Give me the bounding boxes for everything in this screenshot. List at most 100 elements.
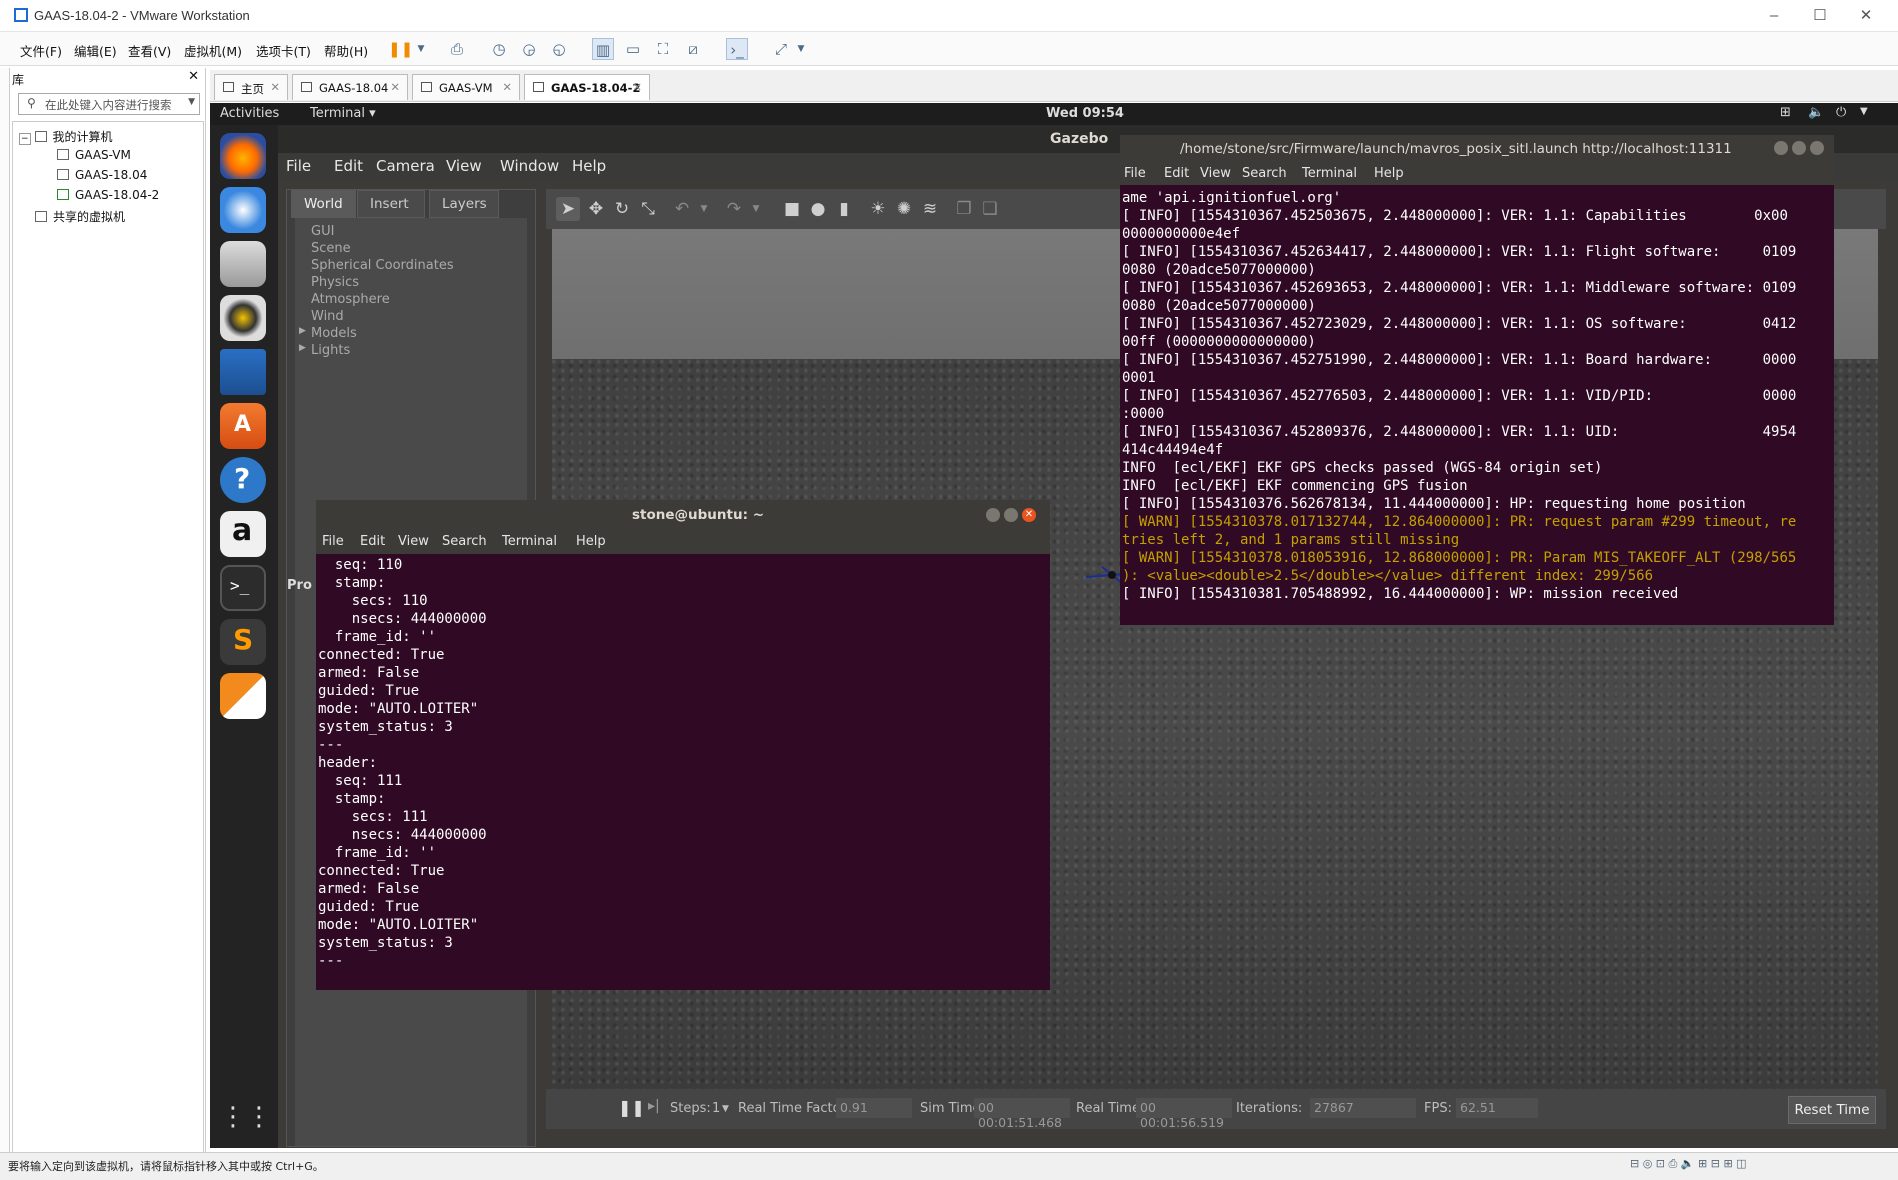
expand-icon[interactable]: ▶ [299, 343, 306, 353]
menu-vm[interactable]: 虚拟机(M) [184, 41, 242, 60]
term-menu-terminal[interactable]: Terminal [502, 534, 557, 549]
thunderbird-icon[interactable] [220, 187, 266, 233]
snapshot-manager-icon[interactable]: ◵ [548, 38, 570, 60]
tree-item-gaas-18-04[interactable]: GAAS-18.04 [57, 168, 147, 182]
library-search-input[interactable]: ⚲ 在此处键入内容进行搜索 ▼ [18, 93, 200, 115]
gz-menu-file[interactable]: File [286, 157, 311, 175]
snapshot-icon[interactable]: ◷ [488, 38, 510, 60]
mavros-terminal-output[interactable]: ame 'api.ignitionfuel.org' [ INFO] [15543… [1120, 185, 1834, 625]
box-shape-icon[interactable]: ■ [780, 197, 804, 221]
minimize-icon[interactable] [986, 508, 1000, 522]
select-mode-icon[interactable]: ➤ [556, 197, 580, 221]
mavros-terminal-window[interactable]: /home/stone/src/Firmware/launch/mavros_p… [1120, 135, 1834, 625]
network-icon[interactable]: ⊞ [1780, 105, 1791, 120]
gz-menu-window[interactable]: Window [500, 157, 559, 175]
menu-help[interactable]: 帮助(H) [324, 41, 368, 60]
tab-gaas-vm[interactable]: GAAS-VM ✕ [412, 74, 520, 100]
term-menu-edit[interactable]: Edit [1164, 166, 1189, 181]
pause-dropdown-icon[interactable]: ▼ [410, 38, 432, 60]
translate-mode-icon[interactable]: ✥ [584, 197, 608, 221]
world-item-atmosphere[interactable]: Atmosphere [311, 292, 390, 307]
close-tab-icon[interactable]: ✕ [390, 80, 400, 94]
close-icon[interactable]: ✕ [1856, 6, 1876, 26]
gz-menu-edit[interactable]: Edit [334, 157, 363, 175]
thumbnail-view-icon[interactable]: ▭ [622, 38, 644, 60]
rhythmbox-icon[interactable] [220, 295, 266, 341]
library-close-icon[interactable]: ✕ [188, 69, 199, 84]
gz-menu-view[interactable]: View [446, 157, 482, 175]
world-item-gui[interactable]: GUI [311, 224, 334, 239]
rotate-mode-icon[interactable]: ↻ [610, 197, 634, 221]
minimize-icon[interactable]: – [1764, 6, 1784, 26]
close-tab-icon[interactable]: ✕ [502, 80, 512, 94]
volume-icon[interactable]: 🔈 [1808, 105, 1824, 120]
sublime-icon[interactable]: S [220, 619, 266, 665]
tab-insert[interactable]: Insert [357, 190, 425, 218]
tab-world[interactable]: World [291, 190, 356, 218]
world-item-physics[interactable]: Physics [311, 275, 359, 290]
gz-menu-camera[interactable]: Camera [376, 157, 435, 175]
qgroundcontrol-icon[interactable] [220, 673, 266, 719]
state-terminal-output[interactable]: seq: 110 stamp: secs: 110 nsecs: 4440000… [316, 554, 1050, 990]
term-menu-view[interactable]: View [1200, 166, 1231, 181]
sphere-shape-icon[interactable]: ● [806, 197, 830, 221]
close-tab-icon[interactable]: ✕ [632, 80, 642, 94]
stretch-dropdown-icon[interactable]: ▼ [790, 38, 812, 60]
gz-menu-help[interactable]: Help [572, 157, 606, 175]
steps-dropdown-icon[interactable]: ▼ [722, 1104, 729, 1114]
term-menu-file[interactable]: File [1124, 166, 1146, 181]
tab-layers[interactable]: Layers [429, 190, 499, 218]
close-tab-icon[interactable]: ✕ [270, 80, 280, 94]
unity-icon[interactable]: ⧄ [682, 38, 704, 60]
spot-light-icon[interactable]: ✺ [892, 197, 916, 221]
expand-icon[interactable]: ▶ [299, 326, 306, 336]
world-item-scene[interactable]: Scene [311, 241, 351, 256]
tab-gaas-18-04-2[interactable]: GAAS-18.04-2 ✕ [524, 74, 650, 100]
term-menu-search[interactable]: Search [442, 534, 487, 549]
help-icon[interactable]: ? [220, 457, 266, 503]
copy-icon[interactable]: ❐ [952, 197, 976, 221]
term-menu-search[interactable]: Search [1242, 166, 1287, 181]
device-icons[interactable]: ⊟ ◎ ⊡ ⎙ 🔈 ⊞ ⊟ ⊞ ◫ [1630, 1157, 1747, 1171]
world-item-models[interactable]: Models [311, 326, 357, 341]
menu-edit[interactable]: 编辑(E) [74, 41, 117, 60]
term-menu-view[interactable]: View [398, 534, 429, 549]
reset-time-button[interactable]: Reset Time [1788, 1096, 1876, 1124]
send-ctrl-alt-del-icon[interactable]: ⎙ [446, 38, 468, 60]
redo-icon[interactable]: ↷ [722, 197, 746, 221]
menu-tabs[interactable]: 选项卡(T) [256, 41, 311, 60]
undo-dropdown-icon[interactable]: ▼ [692, 197, 716, 221]
steps-value[interactable]: 1 [712, 1101, 720, 1116]
chevron-down-icon[interactable]: ▼ [188, 97, 195, 107]
directional-light-icon[interactable]: ≋ [918, 197, 942, 221]
collapse-icon[interactable]: − [19, 133, 31, 145]
state-terminal-window[interactable]: stone@ubuntu: ~ ✕ File Edit View Search … [316, 500, 1050, 990]
library-view-icon[interactable]: ▥ [592, 38, 614, 60]
world-item-spherical-coordinates[interactable]: Spherical Coordinates [311, 258, 454, 273]
undo-icon[interactable]: ↶ [670, 197, 694, 221]
close-icon[interactable] [1810, 141, 1824, 155]
paste-icon[interactable]: ❏ [978, 197, 1002, 221]
tree-item-my-computer[interactable]: − 我的计算机 [19, 128, 113, 145]
maximize-icon[interactable] [1792, 141, 1806, 155]
tab-gaas-18-04[interactable]: GAAS-18.04 ✕ [292, 74, 408, 100]
cylinder-shape-icon[interactable]: ▮ [832, 197, 856, 221]
menu-view[interactable]: 查看(V) [128, 41, 171, 60]
apps-grid-icon[interactable]: ⋮⋮⋮ [220, 1097, 298, 1143]
redo-dropdown-icon[interactable]: ▼ [744, 197, 768, 221]
world-item-lights[interactable]: Lights [311, 343, 350, 358]
stretch-icon[interactable]: ⤢ [770, 38, 792, 60]
step-icon[interactable]: ▸| [648, 1098, 660, 1114]
software-icon[interactable]: A [220, 403, 266, 449]
term-menu-edit[interactable]: Edit [360, 534, 385, 549]
minimize-icon[interactable] [1774, 141, 1788, 155]
play-pause-icon[interactable]: ❚❚ [618, 1098, 645, 1117]
term-menu-terminal[interactable]: Terminal [1302, 166, 1357, 181]
clock[interactable]: Wed 09:54 [1046, 106, 1124, 121]
term-menu-file[interactable]: File [322, 534, 344, 549]
system-menu-chevron-icon[interactable]: ▼ [1860, 106, 1868, 117]
maximize-icon[interactable] [1004, 508, 1018, 522]
term-menu-help[interactable]: Help [576, 534, 606, 549]
menu-file[interactable]: 文件(F) [20, 41, 62, 60]
activities-button[interactable]: Activities [220, 106, 279, 121]
